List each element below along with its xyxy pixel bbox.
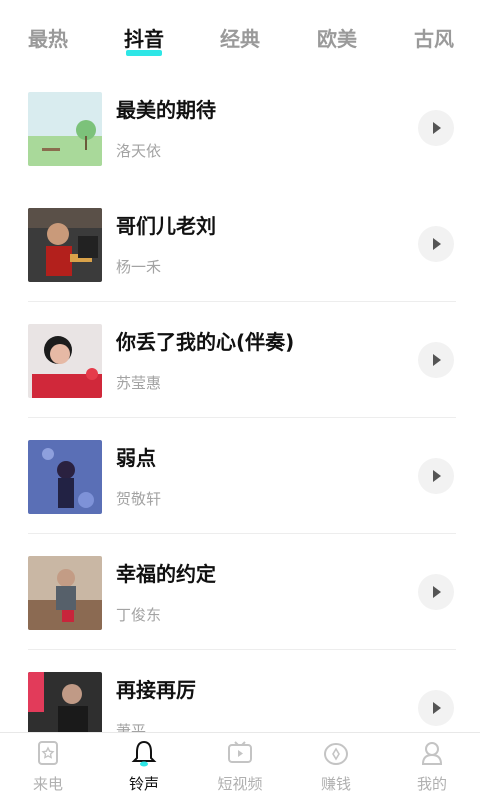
album-cover [28, 92, 102, 166]
play-button[interactable] [418, 110, 454, 146]
artist-name: 苏莹惠 [116, 374, 162, 392]
nav-label: 铃声 [128, 775, 159, 793]
album-cover [28, 440, 102, 514]
tab-douyin[interactable]: 抖音 [124, 24, 164, 60]
tab-label: 抖音 [124, 27, 164, 51]
tab-label: 欧美 [317, 27, 357, 51]
nav-label: 短视频 [217, 775, 263, 793]
nav-earn-money[interactable]: 赚钱 [288, 733, 384, 801]
song-title: 再接再厉 [116, 678, 196, 702]
song-title: 哥们儿老刘 [116, 214, 216, 238]
category-tabs: 最热 抖音 经典 欧美 古风 [0, 0, 480, 78]
song-title: 最美的期待 [116, 98, 216, 122]
nav-ringtone[interactable]: 铃声 [96, 733, 192, 801]
nav-short-video[interactable]: 短视频 [192, 733, 288, 801]
tab-label: 古风 [414, 27, 454, 51]
nav-incoming-call[interactable]: 来电 [0, 733, 96, 801]
bottom-navigation: 来电 铃声 短视频 赚钱 我的 [0, 732, 480, 801]
list-item[interactable]: 再接再厉 萧平 [0, 650, 480, 732]
tab-western[interactable]: 欧美 [317, 24, 357, 60]
nav-profile[interactable]: 我的 [384, 733, 480, 801]
phone-card-icon [34, 739, 62, 767]
list-item[interactable]: 最美的期待 洛天依 [0, 70, 480, 186]
tab-ancient-style[interactable]: 古风 [414, 24, 454, 60]
play-button[interactable] [418, 342, 454, 378]
nav-label: 我的 [416, 775, 447, 793]
list-item[interactable]: 幸福的约定 丁俊东 [0, 534, 480, 650]
song-title: 弱点 [116, 446, 156, 470]
album-cover [28, 672, 102, 732]
profile-icon [418, 739, 446, 767]
video-icon [226, 739, 254, 767]
tab-label: 最热 [28, 27, 68, 51]
coin-icon [322, 739, 350, 767]
album-cover [28, 208, 102, 282]
play-button[interactable] [418, 574, 454, 610]
play-button[interactable] [418, 690, 454, 726]
artist-name: 杨一禾 [116, 258, 162, 276]
artist-name: 贺敬轩 [116, 490, 162, 508]
song-title: 你丢了我的心(伴奏) [116, 330, 295, 354]
list-item[interactable]: 弱点 贺敬轩 [0, 418, 480, 534]
album-cover [28, 324, 102, 398]
nav-label: 来电 [32, 775, 63, 793]
artist-name: 洛天依 [116, 142, 162, 160]
artist-name: 萧平 [116, 722, 147, 732]
play-button[interactable] [418, 226, 454, 262]
ringtone-list[interactable]: 最美的期待 洛天依 哥们儿老刘 杨一禾 你丢了我的心(伴奏) 苏莹惠 弱点 贺敬… [0, 70, 480, 732]
tab-hottest[interactable]: 最热 [28, 24, 68, 60]
song-title: 幸福的约定 [116, 562, 216, 586]
bell-icon [130, 739, 158, 767]
play-button[interactable] [418, 458, 454, 494]
tab-classic[interactable]: 经典 [220, 24, 260, 60]
list-item[interactable]: 哥们儿老刘 杨一禾 [0, 186, 480, 302]
artist-name: 丁俊东 [116, 606, 162, 624]
list-item[interactable]: 你丢了我的心(伴奏) 苏莹惠 [0, 302, 480, 418]
tab-label: 经典 [220, 27, 260, 51]
album-cover [28, 556, 102, 630]
nav-label: 赚钱 [320, 775, 351, 793]
